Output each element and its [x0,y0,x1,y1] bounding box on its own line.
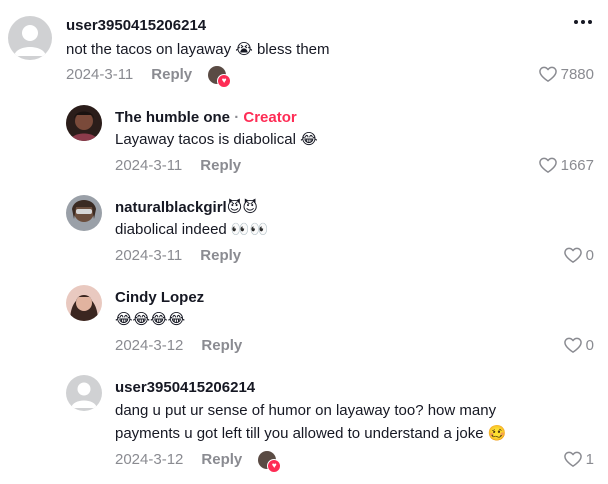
like-button[interactable]: 1 [563,449,594,469]
separator-dot: · [234,109,240,126]
like-count: 0 [585,246,594,264]
comment-text: not the tacos on layaway 😭 bless them [66,41,330,58]
like-button[interactable]: 1667 [538,155,594,175]
comment-username[interactable]: naturalblackgirl😈😈 [115,199,258,217]
reply-item: user3950415206214 dang u put ur sense of… [0,365,608,484]
avatar[interactable] [66,105,102,141]
heart-outline-icon [538,157,557,173]
reply-item: naturalblackgirl😈😈 diabolical indeed 👀👀 … [0,185,608,275]
creator-liked-badge: ♥ [208,66,232,88]
comment-meta: 2024-3-11 Reply ♥ [66,66,232,88]
reply-button[interactable]: Reply [151,66,192,84]
comment-date: 2024-3-11 [115,157,183,174]
like-count: 1 [585,450,594,468]
comment-username[interactable]: user3950415206214 [115,379,255,397]
like-count: 0 [585,336,594,354]
comment-text: diabolical indeed 👀👀 [115,221,269,238]
reply-button[interactable]: Reply [200,157,241,175]
reply-item: The humble one · Creator Layaway tacos i… [0,95,608,185]
reply-button[interactable]: Reply [201,337,242,355]
heart-outline-icon [563,337,582,353]
heart-badge-icon: ♥ [217,74,232,88]
default-avatar-icon[interactable] [66,375,102,411]
like-count: 1667 [560,156,594,174]
comment-meta: 2024-3-12 Reply ♥ [115,451,282,473]
comment-date: 2024-3-11 [66,66,134,83]
comment-username[interactable]: user3950415206214 [66,17,206,35]
comment-date: 2024-3-12 [115,337,184,354]
creator-badge: Creator [243,109,297,126]
avatar[interactable] [66,285,102,321]
more-options-icon[interactable] [574,20,592,24]
like-button[interactable]: 7880 [538,64,594,84]
username-text: The humble one [115,109,231,126]
like-count: 7880 [560,65,594,83]
avatar[interactable] [66,195,102,231]
comment-date: 2024-3-11 [115,247,183,264]
comment-item: user3950415206214 not the tacos on layaw… [0,0,608,95]
reply-item: Cindy Lopez 😂😂😂😂 2024-3-12 Reply 0 [0,275,608,365]
comment-meta: 2024-3-11 Reply [115,247,241,265]
creator-liked-badge: ♥ [258,451,282,473]
comment-text-line: dang u put ur sense of humor on layaway … [115,402,497,419]
like-button[interactable]: 0 [563,245,594,265]
comment-meta: 2024-3-11 Reply [115,157,241,175]
heart-outline-icon [538,66,557,82]
comment-username[interactable]: The humble one · Creator [115,109,297,127]
comment-username[interactable]: Cindy Lopez [115,289,204,307]
comment-text-line: payments u got left till you allowed to … [115,425,507,442]
heart-outline-icon [563,247,582,263]
comment-text: 😂😂😂😂 [115,311,186,328]
comment-date: 2024-3-12 [115,451,184,468]
reply-button[interactable]: Reply [200,247,241,265]
comment-text: Layaway tacos is diabolical 😂 [115,131,318,148]
default-avatar-icon[interactable] [8,16,52,60]
reply-button[interactable]: Reply [201,451,242,469]
comment-meta: 2024-3-12 Reply [115,337,242,355]
heart-badge-icon: ♥ [267,459,282,473]
heart-outline-icon [563,451,582,467]
like-button[interactable]: 0 [563,335,594,355]
